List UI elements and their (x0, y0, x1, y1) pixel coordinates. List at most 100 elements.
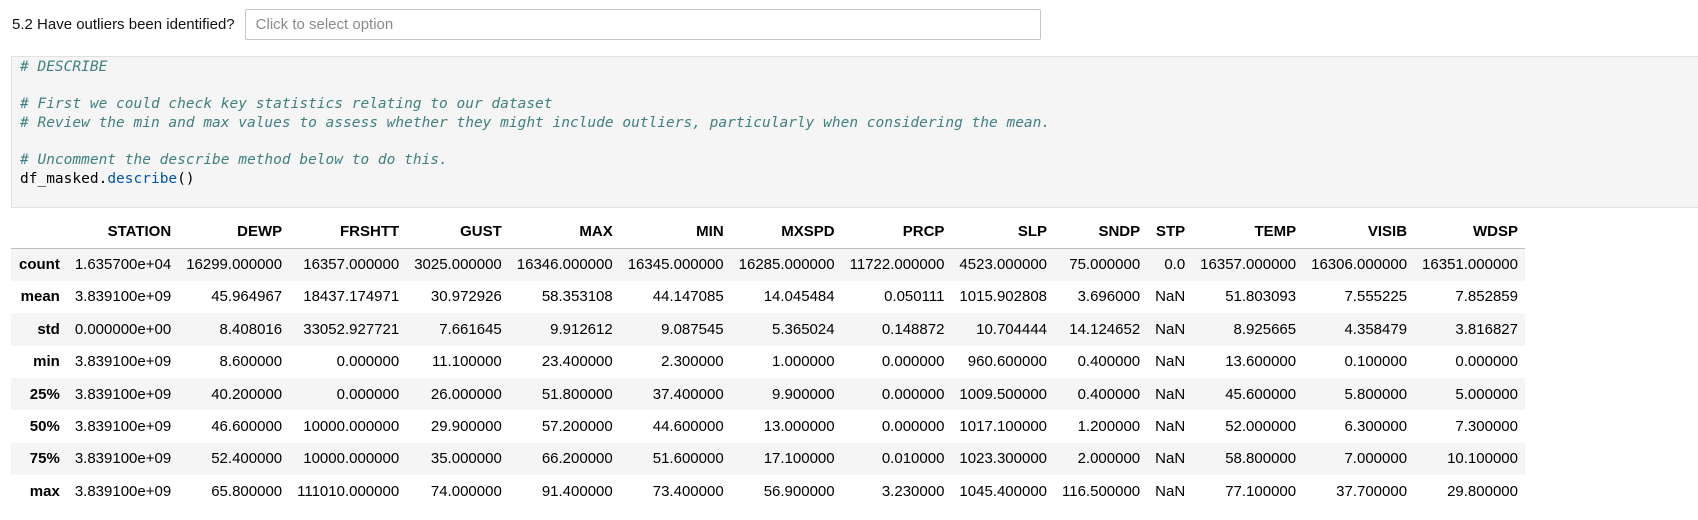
table-row: min 3.839100e+09 8.600000 0.000000 11.100000… (11, 345, 1525, 378)
index-header (11, 216, 67, 249)
row-label: min (33, 353, 60, 371)
table-cell: 0.100000 (1344, 353, 1408, 371)
table-cell: 74.000000 (430, 482, 502, 500)
table-cell: 11722.000000 (849, 256, 945, 274)
table-cell: NaN (1155, 288, 1186, 306)
table-cell: 1015.902808 (959, 288, 1048, 306)
table-cell: 30.972926 (430, 288, 502, 306)
table-cell: 2.300000 (661, 353, 724, 371)
column-header: WDSP (1414, 216, 1525, 249)
table-cell: 0.400000 (1077, 385, 1141, 403)
table-cell: 44.147085 (652, 288, 724, 306)
table-cell: 7.661645 (439, 320, 502, 338)
code-cell[interactable]: # DESCRIBE # First we could check key st… (11, 56, 1698, 208)
question-label: 5.2 Have outliers been identified? (12, 16, 235, 33)
table-cell: 0.148872 (881, 320, 945, 338)
table-row: 50% 3.839100e+09 46.600000 10000.000000 29.9… (11, 410, 1525, 443)
table-cell: 91.400000 (541, 482, 613, 500)
table-cell: 8.408016 (219, 320, 283, 338)
table-row: 25% 3.839100e+09 40.200000 0.000000 26.00000… (11, 377, 1525, 411)
table-cell: 45.964967 (211, 288, 283, 306)
table-cell: 10.100000 (1447, 450, 1518, 468)
table-cell: 0.050111 (884, 288, 945, 306)
table-cell: 46.600000 (211, 418, 283, 436)
table-cell: 58.800000 (1225, 450, 1297, 468)
table-cell: 0.000000 (881, 385, 945, 403)
table-cell: 16299.000000 (186, 256, 283, 274)
table-cell: 37.400000 (652, 385, 724, 403)
table-row: mean 3.839100e+09 45.964967 18437.174971 30.… (11, 280, 1525, 314)
table-cell: 0.000000 (881, 418, 945, 436)
table-cell: 29.800000 (1447, 482, 1518, 500)
table-cell: 9.087545 (661, 320, 724, 338)
table-cell: 14.045484 (763, 288, 835, 306)
table-cell: 960.600000 (967, 353, 1048, 371)
table-cell: 45.600000 (1225, 385, 1297, 403)
table-cell: 3.816827 (1455, 320, 1518, 338)
table-cell: 10000.000000 (303, 418, 400, 436)
table-cell: 35.000000 (430, 450, 502, 468)
table-cell: 0.000000 (336, 353, 400, 371)
table-cell: 0.0 (1164, 256, 1186, 274)
table-cell: 8.925665 (1233, 320, 1297, 338)
table-cell: 51.800000 (541, 385, 613, 403)
table-cell: 4523.000000 (959, 256, 1048, 274)
table-cell: 16351.000000 (1422, 256, 1518, 274)
column-header: SLP (951, 216, 1055, 249)
code-comment-line: # Review the min and max values to asses… (20, 115, 1051, 131)
table-cell: 66.200000 (541, 450, 613, 468)
code-statement-line: df_masked.describe() (20, 169, 195, 189)
table-header-row: STATION DEWP FRSHTT GUST MAX MIN MXSPD PRCP SLP S… (11, 216, 1525, 249)
table-cell: 51.803093 (1225, 288, 1297, 306)
option-select[interactable]: Click to select option (244, 9, 1041, 40)
table-row: std 0.000000e+00 8.408016 33052.927721 7.661… (11, 313, 1525, 346)
code-object: df_masked (20, 171, 99, 187)
table-cell: 3.230000 (881, 482, 945, 500)
table-cell: 3.839100e+09 (74, 418, 172, 436)
column-header: SNDP (1054, 216, 1148, 249)
table-cell: 0.000000 (1455, 353, 1518, 371)
table-cell: 8.600000 (219, 353, 283, 371)
table-cell: 37.700000 (1336, 482, 1408, 500)
code-dot: . (98, 171, 108, 187)
table-cell: NaN (1155, 353, 1186, 371)
table-cell: 16306.000000 (1311, 256, 1408, 274)
table-cell: 0.010000 (881, 450, 945, 468)
table-cell: 7.300000 (1455, 418, 1518, 436)
table-cell: 2.000000 (1077, 450, 1141, 468)
table-cell: 1.635700e+04 (74, 256, 172, 274)
column-header: FRSHTT (289, 216, 407, 249)
table-cell: 26.000000 (430, 385, 502, 403)
row-label: 50% (29, 418, 60, 436)
column-header: MAX (508, 216, 620, 249)
table-cell: 29.900000 (430, 418, 502, 436)
table-cell: 44.600000 (652, 418, 724, 436)
table-cell: 5.800000 (1344, 385, 1408, 403)
table-cell: 11.100000 (431, 353, 502, 371)
table-cell: 52.000000 (1225, 418, 1297, 436)
table-cell: 3.839100e+09 (74, 353, 172, 371)
column-header: MXSPD (730, 216, 842, 249)
table-cell: 73.400000 (652, 482, 724, 500)
column-header: TEMP (1192, 216, 1304, 249)
table-cell: 5.000000 (1455, 385, 1518, 403)
table-cell: 7.852859 (1455, 288, 1518, 306)
table-cell: 33052.927721 (303, 320, 400, 338)
table-cell: NaN (1155, 418, 1186, 436)
table-cell: 51.600000 (652, 450, 724, 468)
table-cell: 9.912612 (550, 320, 613, 338)
column-header: DEWP (178, 216, 290, 249)
code-comment-line: # First we could check key statistics re… (20, 96, 553, 112)
table-cell: 52.400000 (211, 450, 283, 468)
table-cell: 0.000000 (336, 385, 400, 403)
code-method: describe (107, 171, 178, 187)
table-cell: 13.000000 (763, 418, 835, 436)
table-cell: 3.839100e+09 (74, 482, 172, 500)
table-cell: 16346.000000 (516, 256, 613, 274)
row-label: count (19, 256, 60, 274)
table-cell: 4.358479 (1344, 320, 1408, 338)
table-cell: 17.100000 (763, 450, 835, 468)
table-cell: 16357.000000 (1200, 256, 1297, 274)
table-cell: 3025.000000 (414, 256, 502, 274)
table-cell: 75.000000 (1069, 256, 1141, 274)
